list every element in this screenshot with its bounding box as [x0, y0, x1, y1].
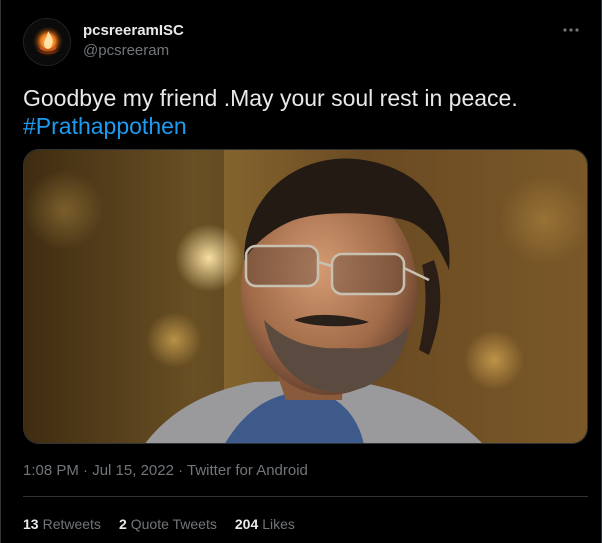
- tweet-body: Goodbye my friend .May your soul rest in…: [23, 85, 518, 111]
- likes-label: Likes: [262, 516, 295, 532]
- tweet-time[interactable]: 1:08 PM: [23, 462, 79, 479]
- tweet-meta: 1:08 PM · Jul 15, 2022 · Twitter for And…: [23, 461, 308, 481]
- user-handle[interactable]: @pcsreeram: [83, 41, 184, 61]
- tweet-stats: 13 Retweets 2 Quote Tweets 204 Likes: [23, 514, 295, 534]
- avatar[interactable]: [23, 18, 71, 66]
- tweet-source: Twitter for Android: [187, 462, 308, 479]
- retweets-label: Retweets: [42, 516, 101, 532]
- likes-stat[interactable]: 204 Likes: [235, 514, 295, 534]
- more-options-button[interactable]: [561, 20, 581, 40]
- portrait-photo: [24, 150, 587, 443]
- tweet-header: pcsreeramISC @pcsreeram: [23, 18, 583, 66]
- tweet-detail: pcsreeramISC @pcsreeram Goodbye my frien…: [0, 0, 602, 543]
- meta-separator: ·: [78, 462, 93, 479]
- user-names: pcsreeramISC @pcsreeram: [83, 21, 184, 61]
- flame-logo-icon: [24, 19, 70, 65]
- more-dots-icon: [563, 28, 579, 32]
- tweet-date[interactable]: Jul 15, 2022: [92, 462, 174, 479]
- quote-tweets-stat[interactable]: 2 Quote Tweets: [119, 514, 217, 534]
- divider: [23, 496, 588, 497]
- meta-separator-2: ·: [173, 462, 188, 479]
- likes-count: 204: [234, 516, 259, 532]
- quote-tweets-label: Quote Tweets: [130, 516, 217, 532]
- tweet-photo[interactable]: [23, 149, 588, 444]
- display-name[interactable]: pcsreeramISC: [83, 21, 184, 41]
- hashtag-link[interactable]: #Prathappothen: [23, 112, 583, 140]
- retweets-count: 13: [23, 516, 39, 532]
- quote-tweets-count: 2: [118, 516, 127, 532]
- retweets-stat[interactable]: 13 Retweets: [23, 514, 101, 534]
- tweet-text: Goodbye my friend .May your soul rest in…: [23, 84, 583, 140]
